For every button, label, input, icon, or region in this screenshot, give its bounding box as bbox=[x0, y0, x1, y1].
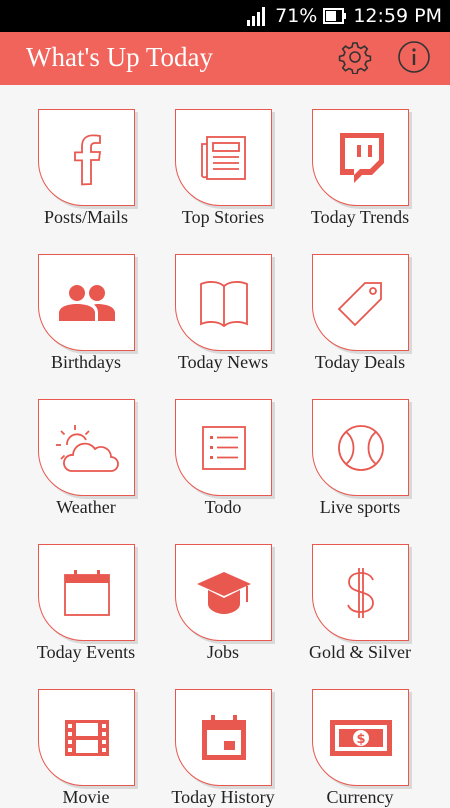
newspaper-icon bbox=[199, 134, 249, 182]
calendar-icon bbox=[63, 569, 111, 617]
tile-live-sports[interactable]: Live sports bbox=[305, 375, 435, 517]
facebook-icon bbox=[67, 130, 107, 186]
status-bar: 71% 12:59 PM bbox=[0, 0, 450, 32]
price-tag-icon bbox=[337, 279, 385, 327]
tile-card bbox=[38, 544, 135, 641]
app-bar: What's Up Today bbox=[0, 32, 450, 85]
twitch-icon bbox=[336, 131, 386, 185]
battery-icon bbox=[323, 8, 347, 24]
tile-label: Today Events bbox=[36, 642, 136, 662]
tile-gold-silver[interactable]: Gold & Silver bbox=[305, 520, 435, 662]
settings-button[interactable] bbox=[337, 41, 373, 77]
tile-card bbox=[175, 109, 272, 206]
tile-jobs[interactable]: Jobs bbox=[168, 520, 298, 662]
ball-icon bbox=[336, 423, 386, 473]
tile-card bbox=[38, 109, 135, 206]
tile-top-stories[interactable]: Top Stories bbox=[168, 85, 298, 227]
tile-posts-mails[interactable]: Posts/Mails bbox=[31, 85, 161, 227]
tile-label: Today News bbox=[177, 352, 269, 372]
tile-card bbox=[312, 399, 409, 496]
feature-grid: Posts/Mails Top Stories Today Trends Bir… bbox=[0, 85, 450, 807]
film-icon bbox=[63, 718, 111, 758]
tile-label: Birthdays bbox=[51, 352, 121, 372]
info-button[interactable] bbox=[396, 40, 432, 79]
sun-cloud-icon bbox=[55, 421, 119, 475]
tile-card bbox=[175, 399, 272, 496]
tile-weather[interactable]: Weather bbox=[31, 375, 161, 517]
people-icon bbox=[57, 283, 117, 323]
tile-today-news[interactable]: Today News bbox=[168, 230, 298, 372]
tile-label: Top Stories bbox=[181, 207, 265, 227]
dollar-icon bbox=[344, 567, 378, 619]
gear-icon bbox=[338, 40, 372, 79]
tile-card bbox=[312, 544, 409, 641]
tile-currency[interactable]: $ Currency bbox=[305, 665, 435, 807]
tile-label: Today History bbox=[171, 787, 275, 807]
banknote-icon: $ bbox=[329, 718, 393, 758]
svg-text:$: $ bbox=[356, 732, 365, 747]
tile-movie[interactable]: Movie bbox=[31, 665, 161, 807]
tile-todo[interactable]: Todo bbox=[168, 375, 298, 517]
tile-today-deals[interactable]: Today Deals bbox=[305, 230, 435, 372]
battery-percent: 71% bbox=[275, 5, 318, 27]
tile-label: Weather bbox=[56, 497, 116, 517]
checklist-icon bbox=[201, 425, 247, 471]
tile-card bbox=[312, 109, 409, 206]
info-icon bbox=[397, 40, 431, 79]
tile-label: Gold & Silver bbox=[309, 642, 411, 662]
tile-label: Today Deals bbox=[314, 352, 406, 372]
tile-card bbox=[38, 254, 135, 351]
graduation-cap-icon bbox=[195, 570, 253, 616]
app-title: What's Up Today bbox=[26, 42, 213, 72]
tile-card bbox=[38, 399, 135, 496]
tile-today-history[interactable]: Today History bbox=[168, 665, 298, 807]
clock: 12:59 PM bbox=[353, 5, 442, 27]
tile-label: Jobs bbox=[206, 642, 239, 662]
tile-card bbox=[175, 544, 272, 641]
tile-card bbox=[175, 254, 272, 351]
tile-card: $ bbox=[312, 689, 409, 786]
tile-label: Live sports bbox=[319, 497, 401, 517]
tile-today-trends[interactable]: Today Trends bbox=[305, 85, 435, 227]
open-book-icon bbox=[198, 278, 250, 328]
tile-label: Movie bbox=[62, 787, 110, 807]
tile-card bbox=[312, 254, 409, 351]
tile-label: Currency bbox=[326, 787, 394, 807]
calendar-date-icon bbox=[200, 714, 248, 762]
tile-label: Today Trends bbox=[310, 207, 410, 227]
tile-card bbox=[38, 689, 135, 786]
tile-birthdays[interactable]: Birthdays bbox=[31, 230, 161, 372]
tile-card bbox=[175, 689, 272, 786]
tile-label: Posts/Mails bbox=[43, 207, 129, 227]
signal-icon bbox=[247, 6, 269, 26]
tile-today-events[interactable]: Today Events bbox=[31, 520, 161, 662]
tile-label: Todo bbox=[204, 497, 242, 517]
